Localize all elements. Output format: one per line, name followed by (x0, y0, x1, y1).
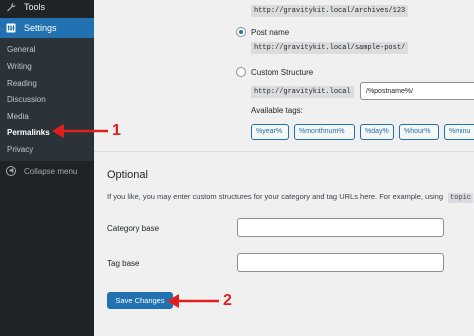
menu-label-settings: Settings (24, 23, 57, 33)
custom-structure-label: Custom Structure (251, 68, 314, 77)
submenu-item-permalinks[interactable]: Permalinks (7, 128, 50, 137)
submenu-item-writing[interactable]: Writing (7, 62, 32, 71)
menu-label-tools: Tools (24, 2, 46, 12)
submenu-item-general[interactable]: General (7, 45, 35, 54)
annotation-label-1: 1 (112, 122, 121, 139)
available-tags-label: Available tags: (251, 106, 303, 115)
category-base-input[interactable] (237, 218, 444, 237)
category-base-label: Category base (107, 224, 160, 233)
tag-monthnum-button[interactable]: %monthnum% (294, 124, 355, 140)
tag-year-button[interactable]: %year% (251, 124, 289, 140)
tag-minute-button[interactable]: %minu (444, 124, 474, 140)
submenu-item-privacy[interactable]: Privacy (7, 145, 33, 154)
section-divider (94, 151, 474, 152)
submenu-item-media[interactable]: Media (7, 112, 29, 121)
optional-heading: Optional (107, 169, 148, 181)
tag-base-label: Tag base (107, 259, 140, 268)
settings-submenu: General Writing Reading Discussion Media… (0, 38, 94, 161)
collapse-menu-button[interactable]: ◀ Collapse menu (6, 166, 77, 176)
collapse-menu-label: Collapse menu (24, 166, 78, 176)
settings-icon (6, 23, 16, 33)
save-changes-button[interactable]: Save Changes (107, 292, 173, 309)
admin-sidebar: Tools Settings General Writing Reading D… (0, 0, 94, 336)
help-code: topic (448, 193, 474, 203)
annotation-label-2: 2 (223, 292, 232, 309)
post-name-label: Post name (251, 28, 290, 37)
post-name-example: http://gravitykit.local/sample-post/ (251, 42, 409, 54)
menu-item-settings[interactable]: Settings (0, 18, 94, 38)
custom-structure-base: http://gravitykit.local (251, 86, 354, 98)
annotation-arrow-2 (167, 294, 219, 308)
submenu-item-discussion[interactable]: Discussion (7, 95, 46, 104)
annotation-arrow-1 (52, 124, 108, 138)
tag-base-input[interactable] (237, 253, 444, 272)
main-content: http://gravitykit.local/archives/123 Pos… (94, 0, 474, 336)
optional-help-text: If you like, you may enter custom struct… (107, 192, 474, 203)
custom-structure-input[interactable] (360, 82, 474, 100)
archives-structure-example: http://gravitykit.local/archives/123 (251, 5, 409, 17)
post-name-radio[interactable] (236, 27, 246, 37)
menu-item-tools[interactable]: Tools (0, 0, 94, 17)
help-text: If you like, you may enter custom struct… (107, 192, 443, 201)
collapse-icon: ◀ (6, 166, 16, 176)
tag-hour-button[interactable]: %hour% (399, 124, 439, 140)
custom-structure-radio[interactable] (236, 67, 246, 77)
tag-day-button[interactable]: %day% (360, 124, 394, 140)
submenu-item-reading[interactable]: Reading (7, 79, 37, 88)
wrench-icon (6, 2, 16, 12)
